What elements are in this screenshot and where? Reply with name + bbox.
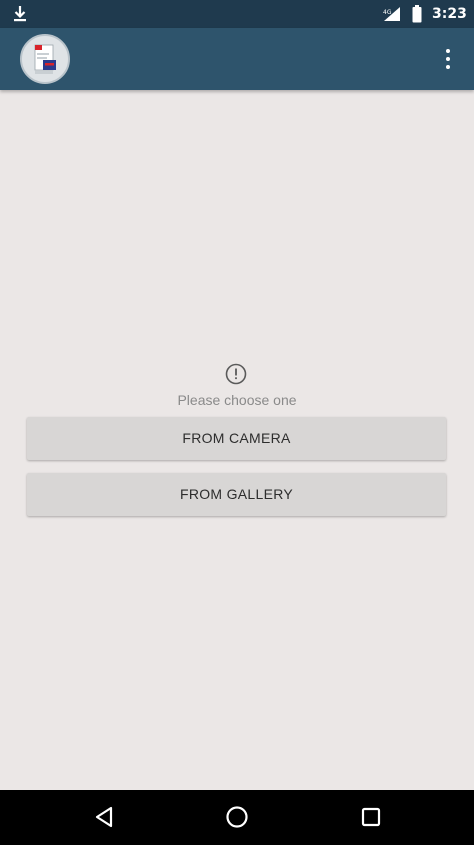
prompt-text: Please choose one (177, 392, 297, 408)
home-icon[interactable] (224, 804, 250, 830)
menu-dot (446, 49, 450, 53)
app-logo-icon[interactable] (20, 34, 70, 84)
app-logo-graphic (34, 44, 56, 74)
recents-icon[interactable] (358, 804, 384, 830)
download-icon (14, 6, 26, 22)
svg-text:4G: 4G (383, 9, 392, 16)
status-time: 3:23 (432, 6, 467, 22)
from-camera-button[interactable]: FROM CAMERA (27, 417, 446, 460)
navigation-bar (0, 790, 474, 845)
battery-icon (412, 5, 422, 23)
signal-icon: 4G (383, 7, 400, 21)
menu-dot (446, 65, 450, 69)
screen: 4G 3:23 Please choose one FROM CAMERA FR… (0, 0, 474, 845)
app-bar (0, 28, 474, 90)
back-icon[interactable] (92, 804, 118, 830)
from-gallery-button[interactable]: FROM GALLERY (27, 473, 446, 516)
status-bar: 4G 3:23 (0, 0, 474, 28)
info-icon (225, 363, 247, 385)
main-content: Please choose one FROM CAMERA FROM GALLE… (0, 90, 474, 790)
menu-dot (446, 57, 450, 61)
overflow-menu-icon[interactable] (436, 46, 460, 72)
